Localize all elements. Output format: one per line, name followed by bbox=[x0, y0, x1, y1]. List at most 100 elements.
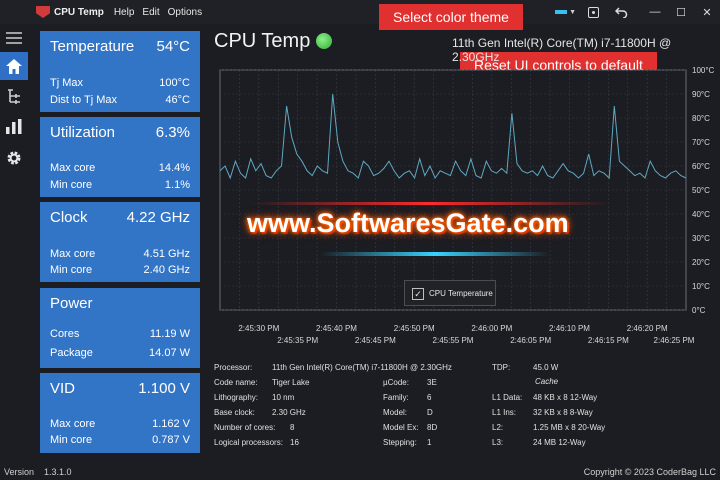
spec-value: 10 nm bbox=[272, 393, 295, 402]
chart-legend: ✓ CPU Temperature bbox=[404, 280, 496, 306]
y-tick-label: 80°C bbox=[692, 114, 710, 123]
row-label: Max core bbox=[50, 248, 96, 260]
row-label: Cores bbox=[50, 328, 80, 340]
cache-header: Cache bbox=[535, 377, 559, 386]
power-card: Power Cores 11.19 W Package 14.07 W bbox=[40, 288, 200, 368]
home-icon bbox=[6, 58, 22, 74]
select-color-theme-tooltip: Select color theme bbox=[379, 4, 523, 30]
row-value: 4.51 GHz bbox=[143, 248, 190, 260]
spec-value: 1 bbox=[427, 438, 432, 447]
row-value: 0.787 V bbox=[152, 434, 190, 446]
legend-label: CPU Temperature bbox=[429, 289, 493, 298]
spec-value: 1.25 MB x 8 20-Way bbox=[533, 423, 606, 432]
reset-ui-button[interactable] bbox=[586, 5, 600, 19]
card-title: Clock bbox=[50, 209, 88, 226]
nav-settings-button[interactable] bbox=[0, 144, 28, 172]
spec-label: Family: bbox=[383, 393, 409, 402]
spec-label: L1 Ins: bbox=[492, 408, 517, 417]
nav-charts-button[interactable] bbox=[0, 112, 28, 140]
x-tick-label: 2:46:25 PM bbox=[654, 336, 695, 345]
left-nav bbox=[0, 24, 28, 464]
spec-value: 16 bbox=[290, 438, 299, 447]
card-title: Utilization bbox=[50, 124, 116, 141]
hamburger-icon bbox=[6, 32, 22, 44]
y-tick-label: 100°C bbox=[692, 66, 715, 75]
row-label: Min core bbox=[50, 264, 93, 276]
x-tick-label: 2:46:00 PM bbox=[471, 324, 512, 333]
tree-icon bbox=[8, 88, 20, 104]
spec-value: 3E bbox=[427, 378, 437, 387]
row-label: Min core bbox=[50, 434, 93, 446]
minimize-button[interactable]: — bbox=[642, 6, 668, 18]
spec-label: µCode: bbox=[383, 378, 409, 387]
x-tick-label: 2:45:30 PM bbox=[238, 324, 279, 333]
spec-value: Tiger Lake bbox=[272, 378, 310, 387]
spec-label: L1 Data: bbox=[492, 393, 523, 402]
spec-label: Stepping: bbox=[383, 438, 417, 447]
spec-label: L2: bbox=[492, 423, 504, 432]
x-tick-label: 2:45:35 PM bbox=[277, 336, 318, 345]
app-logo-icon bbox=[36, 6, 50, 18]
menu-help[interactable]: Help bbox=[114, 7, 135, 18]
gear-icon bbox=[7, 151, 21, 165]
row-label: Dist to Tj Max bbox=[50, 94, 118, 106]
row-value: 1.162 V bbox=[152, 418, 190, 430]
version-label: Version bbox=[4, 467, 35, 477]
spec-label: Lithography: bbox=[214, 393, 259, 402]
nav-menu-button[interactable] bbox=[0, 24, 28, 52]
card-value: 4.22 GHz bbox=[126, 209, 190, 226]
legend-checkbox[interactable]: ✓ bbox=[412, 288, 424, 300]
x-tick-label: 2:46:20 PM bbox=[627, 324, 668, 333]
y-tick-label: 10°C bbox=[692, 282, 710, 291]
maximize-button[interactable]: ☐ bbox=[668, 6, 694, 19]
spec-value: D bbox=[427, 408, 433, 417]
spec-value: 6 bbox=[427, 393, 432, 402]
undo-icon bbox=[614, 7, 627, 18]
app-name: CPU Temp bbox=[54, 6, 104, 18]
row-value: 14.07 W bbox=[149, 347, 190, 359]
nav-home-button[interactable] bbox=[0, 52, 28, 80]
y-tick-label: 30°C bbox=[692, 234, 710, 243]
row-label: Tj Max bbox=[50, 77, 83, 89]
temperature-card: Temperature 54°C Tj Max 100°C Dist to Tj… bbox=[40, 31, 200, 112]
y-tick-label: 70°C bbox=[692, 138, 710, 147]
card-value: 54°C bbox=[156, 38, 190, 55]
y-tick-label: 20°C bbox=[692, 258, 710, 267]
spec-label: Logical processors: bbox=[214, 438, 283, 447]
row-value: 100°C bbox=[159, 77, 190, 89]
version-value: 1.3.1.0 bbox=[44, 467, 72, 477]
x-tick-label: 2:45:55 PM bbox=[433, 336, 474, 345]
vid-card: VID 1.100 V Max core 1.162 V Min core 0.… bbox=[40, 373, 200, 453]
utilization-card: Utilization 6.3% Max core 14.4% Min core… bbox=[40, 117, 200, 197]
spec-value: 24 MB 12-Way bbox=[533, 438, 586, 447]
undo-button[interactable] bbox=[614, 5, 628, 19]
status-indicator-icon bbox=[316, 33, 332, 49]
spec-label: Base clock: bbox=[214, 408, 255, 417]
color-theme-swatch[interactable] bbox=[555, 10, 568, 14]
spec-label: Code name: bbox=[214, 378, 258, 387]
card-value: 6.3% bbox=[155, 124, 190, 141]
y-tick-label: 50°C bbox=[692, 186, 710, 195]
spec-label: Model Ex: bbox=[383, 423, 419, 432]
spec-label: L3: bbox=[492, 438, 504, 447]
card-title: Temperature bbox=[50, 38, 135, 55]
close-button[interactable]: ✕ bbox=[694, 6, 720, 19]
chevron-down-icon[interactable]: ▼ bbox=[569, 9, 576, 16]
menu-options[interactable]: Options bbox=[168, 7, 202, 18]
y-tick-label: 0°C bbox=[692, 306, 706, 315]
row-value: 46°C bbox=[165, 94, 190, 106]
spec-label: Number of cores: bbox=[214, 423, 276, 432]
y-tick-label: 40°C bbox=[692, 210, 710, 219]
y-tick-label: 60°C bbox=[692, 162, 710, 171]
nav-tree-button[interactable] bbox=[0, 82, 28, 110]
watermark-glow-blue bbox=[320, 252, 550, 256]
x-tick-label: 2:46:15 PM bbox=[588, 336, 629, 345]
menu-edit[interactable]: Edit bbox=[142, 7, 159, 18]
title-bar-controls: ▼ — ☐ ✕ bbox=[555, 0, 720, 24]
spec-value: 45.0 W bbox=[533, 363, 559, 372]
title-bar: CPU Temp Help Edit Options ▼ — ☐ ✕ bbox=[0, 0, 720, 24]
row-label: Max core bbox=[50, 162, 96, 174]
spec-value: 48 KB x 8 12-Way bbox=[533, 393, 598, 402]
spec-value: 2.30 GHz bbox=[272, 408, 306, 417]
page-title: CPU Temp bbox=[214, 30, 311, 52]
